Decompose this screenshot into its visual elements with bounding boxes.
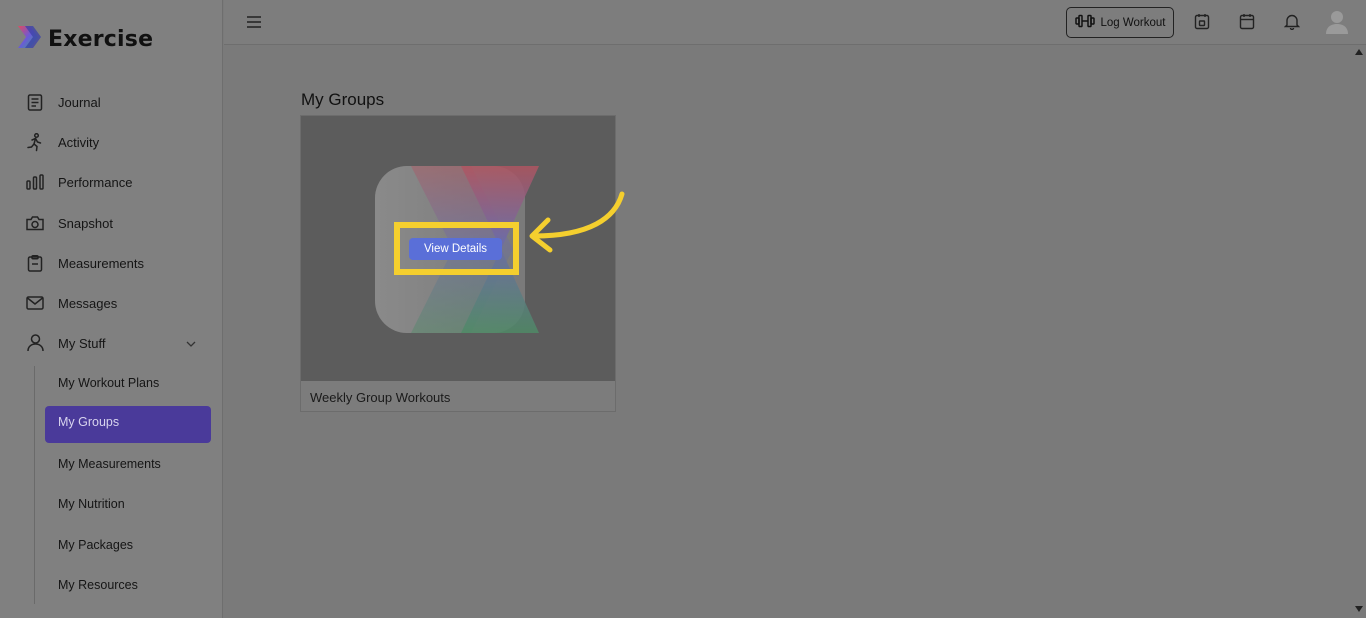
sidebar-item-label: Measurements <box>58 255 144 271</box>
sidebar-subitem-my-packages[interactable]: My Packages <box>58 535 133 555</box>
chevron-down-icon[interactable] <box>185 337 197 349</box>
menu-icon[interactable] <box>246 14 262 30</box>
journal-icon <box>26 93 44 111</box>
log-workout-label: Log Workout <box>1100 16 1166 29</box>
sidebar-subitem-my-nutrition[interactable]: My Nutrition <box>58 494 125 514</box>
scroll-down-icon <box>1355 606 1363 612</box>
sidebar-item-my-stuff[interactable]: My Stuff <box>26 331 105 355</box>
sidebar-subitem-my-resources[interactable]: My Resources <box>58 575 138 595</box>
view-details-button[interactable]: View Details <box>409 238 502 260</box>
sidebar-item-label: Performance <box>58 174 133 190</box>
dumbbell-icon <box>1074 14 1095 31</box>
pointer-arrow-icon <box>529 191 625 253</box>
sidebar-item-performance[interactable]: Performance <box>26 170 132 194</box>
scrollbar[interactable] <box>1352 45 1366 618</box>
sidebar-item-label: Activity <box>58 134 100 150</box>
sidebar-item-label: Messages <box>58 295 118 311</box>
sidebar-item-label: Journal <box>58 94 101 110</box>
bell-icon[interactable] <box>1283 13 1302 31</box>
sidebar-item-measurements[interactable]: Measurements <box>26 251 144 275</box>
sidebar-subitem-my-measurements[interactable]: My Measurements <box>58 454 161 474</box>
sidebar-subitem-label: My Groups <box>58 415 120 429</box>
sidebar-item-journal[interactable]: Journal <box>26 90 101 114</box>
running-icon <box>26 132 44 151</box>
brand[interactable]: Exercise <box>16 24 153 55</box>
exercise-logo-icon <box>16 24 41 55</box>
sidebar-subitem-my-workout-plans[interactable]: My Workout Plans <box>58 373 159 393</box>
sidebar-subitem-my-groups[interactable]: My Groups <box>45 406 211 443</box>
page-title: My Groups <box>301 90 385 109</box>
sidebar-item-snapshot[interactable]: Snapshot <box>26 211 113 235</box>
mail-icon <box>26 294 44 312</box>
calendar-icon[interactable] <box>1239 13 1257 31</box>
sidebar-item-label: Snapshot <box>58 215 113 231</box>
camera-icon <box>26 214 44 232</box>
scroll-up-icon <box>1355 49 1363 55</box>
sidebar-item-activity[interactable]: Activity <box>26 130 99 154</box>
bar-chart-icon <box>26 173 44 191</box>
calendar-day-icon[interactable] <box>1194 13 1212 31</box>
sidebar-item-label: My Stuff <box>58 335 106 351</box>
avatar-icon[interactable] <box>1325 9 1349 35</box>
group-name: Weekly Group Workouts <box>310 390 451 405</box>
user-icon <box>26 334 44 352</box>
log-workout-button[interactable]: Log Workout <box>1066 7 1174 38</box>
sidebar: Exercise Journal Activity Performance Sn… <box>0 0 223 618</box>
brand-name: Exercise <box>48 27 154 52</box>
submenu-divider <box>34 366 35 604</box>
clipboard-icon <box>26 254 44 272</box>
topbar: Log Workout <box>224 0 1366 45</box>
sidebar-item-messages[interactable]: Messages <box>26 291 117 315</box>
